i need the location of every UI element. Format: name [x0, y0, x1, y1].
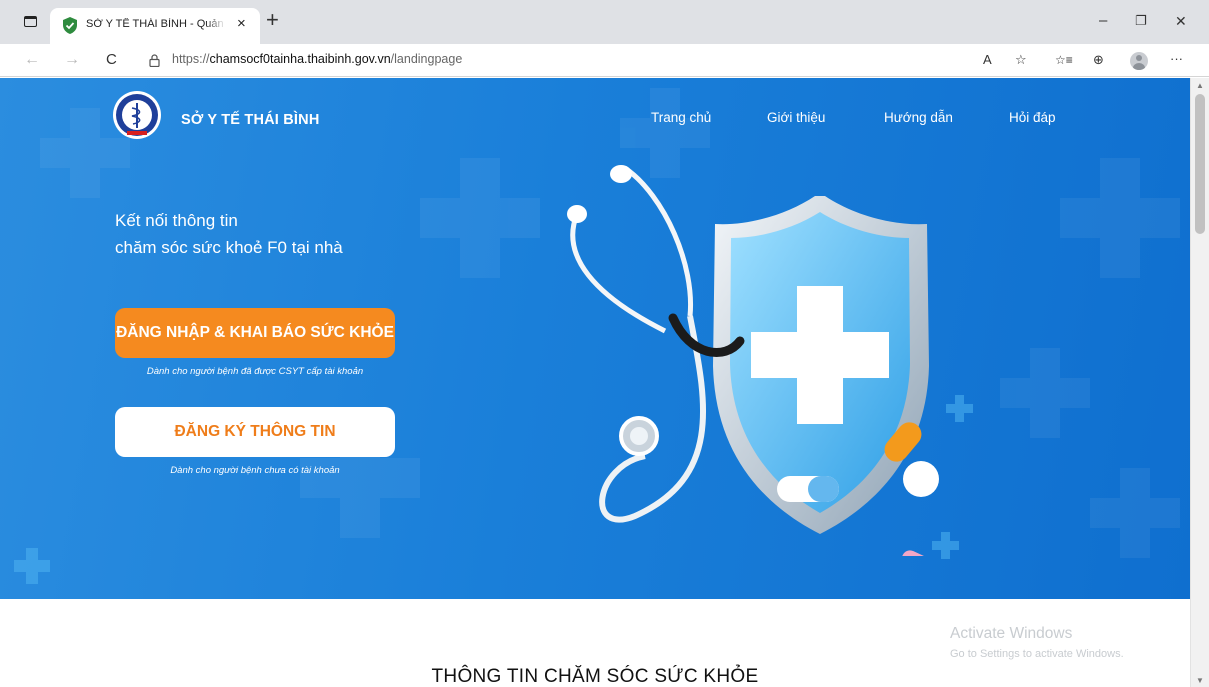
tab-title: SỞ Y TẾ THÁI BÌNH - Quản lý người bệnh	[86, 18, 226, 30]
section-title: THÔNG TIN CHĂM SÓC SỨC KHỎE	[431, 666, 759, 687]
activate-windows-hint: Go to Settings to activate Windows.	[950, 648, 1124, 660]
address-bar[interactable]: https://chamsocf0tainha.thaibinh.gov.vn/…	[172, 52, 462, 66]
nav-link-guide[interactable]: Hướng dẫn	[884, 110, 953, 125]
more-icon[interactable]: ···	[1170, 51, 1183, 67]
close-window-icon[interactable]: ✕	[1175, 12, 1187, 30]
url-host: chamsocf0tainha.thaibinh.gov.vn	[209, 52, 391, 66]
nav-link-faq[interactable]: Hỏi đáp	[1009, 110, 1056, 125]
nav-link-home[interactable]: Trang chủ	[651, 110, 711, 125]
window-menu-icon[interactable]	[24, 16, 37, 27]
hero-tagline-line1: Kết nối thông tin	[115, 211, 238, 230]
new-tab-icon[interactable]: +	[266, 9, 279, 31]
login-button[interactable]: ĐĂNG NHẬP & KHAI BÁO SỨC KHỎE	[115, 308, 395, 358]
page-viewport: SỞ Y TẾ THÁI BÌNH Trang chủ Giới thiệu H…	[0, 78, 1190, 687]
browser-titlebar: SỞ Y TẾ THÁI BÌNH - Quản lý người bệnh ×…	[0, 0, 1209, 44]
add-favorite-icon[interactable]: ☆	[1015, 52, 1027, 68]
lock-icon[interactable]	[149, 54, 160, 67]
url-scheme: https://	[172, 52, 210, 66]
scroll-down-icon[interactable]: ▼	[1196, 676, 1204, 685]
url-path: /landingpage	[390, 52, 463, 66]
hero-section: SỞ Y TẾ THÁI BÌNH Trang chủ Giới thiệu H…	[0, 78, 1190, 599]
collections-icon[interactable]: ⊕	[1093, 52, 1104, 68]
brand-name[interactable]: SỞ Y TẾ THÁI BÌNH	[181, 112, 320, 128]
register-note: Dành cho người bệnh chưa có tài khoản	[170, 465, 340, 476]
minimize-icon[interactable]: –	[1099, 12, 1107, 30]
tab-close-icon[interactable]: ×	[237, 15, 246, 33]
scroll-up-icon[interactable]: ▲	[1196, 81, 1204, 90]
back-icon[interactable]: ←	[24, 50, 40, 70]
shield-check-icon	[63, 17, 77, 34]
hero-tagline-line2: chăm sóc sức khoẻ F0 tại nhà	[115, 238, 343, 257]
stethoscope-shield-icon	[567, 165, 939, 556]
read-aloud-icon[interactable]: A	[983, 52, 992, 68]
register-button[interactable]: ĐĂNG KÝ THÔNG TIN	[115, 407, 395, 457]
activate-windows-watermark: Activate Windows	[950, 625, 1073, 642]
favorites-icon[interactable]: ☆≡	[1055, 52, 1073, 68]
login-note: Dành cho người bệnh đã được CSYT cấp tài…	[146, 366, 364, 377]
browser-tab[interactable]: SỞ Y TẾ THÁI BÌNH - Quản lý người bệnh ×	[50, 8, 260, 44]
browser-toolbar: ← → C https://chamsocf0tainha.thaibinh.g…	[0, 44, 1209, 77]
forward-icon[interactable]: →	[64, 50, 80, 70]
restore-icon[interactable]: ❐	[1135, 12, 1147, 30]
profile-avatar[interactable]	[1130, 52, 1148, 70]
page-scrollbar[interactable]: ▲ ▼	[1190, 78, 1209, 687]
nav-link-about[interactable]: Giới thiệu	[767, 110, 825, 125]
scroll-thumb[interactable]	[1195, 94, 1205, 234]
refresh-icon[interactable]: C	[106, 50, 117, 70]
caduceus-logo-icon[interactable]	[112, 90, 162, 140]
